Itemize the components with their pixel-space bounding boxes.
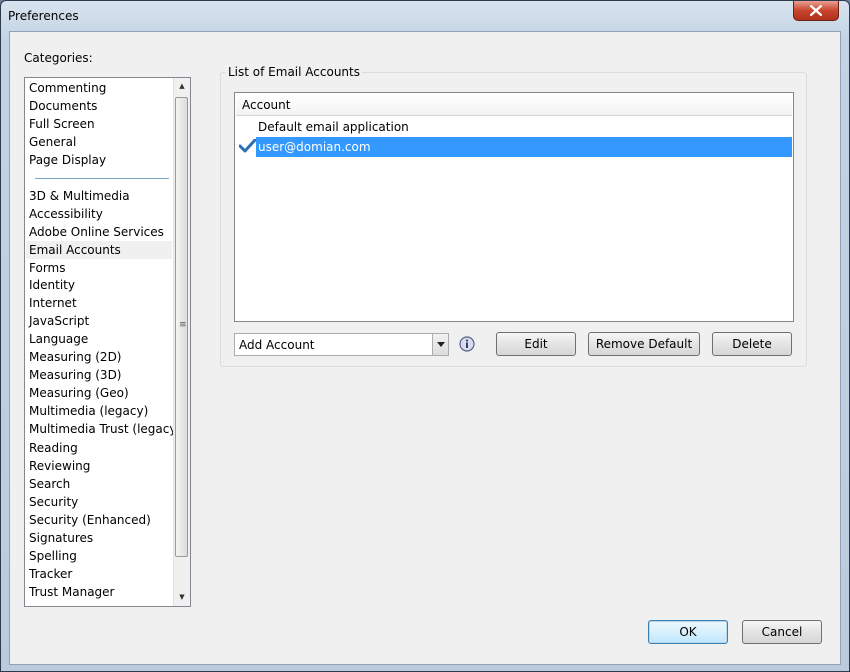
preferences-window: Preferences Categories: Commenting Docum… (0, 0, 850, 672)
category-item-measuring-2d[interactable]: Measuring (2D) (26, 348, 172, 366)
category-separator (35, 178, 169, 179)
category-item-page-display[interactable]: Page Display (26, 151, 172, 169)
categories-list[interactable]: Commenting Documents Full Screen General… (24, 77, 191, 607)
category-item-identity[interactable]: Identity (26, 276, 172, 294)
close-icon (810, 5, 822, 16)
category-item-tracker[interactable]: Tracker (26, 565, 172, 583)
info-icon[interactable] (459, 336, 475, 352)
email-accounts-list[interactable]: Account Default email application user@d… (234, 92, 794, 322)
dialog-body: Categories: Commenting Documents Full Sc… (9, 31, 841, 665)
category-item-search[interactable]: Search (26, 475, 172, 493)
category-item-3d-multimedia[interactable]: 3D & Multimedia (26, 187, 172, 205)
category-item-reading[interactable]: Reading (26, 439, 172, 457)
category-item-multimedia-trust-legacy[interactable]: Multimedia Trust (legacy) (26, 420, 181, 438)
window-title: Preferences (8, 9, 79, 23)
category-item-measuring-3d[interactable]: Measuring (3D) (26, 366, 172, 384)
category-item-spelling[interactable]: Spelling (26, 547, 172, 565)
account-row-default-email[interactable]: Default email application (256, 117, 792, 137)
dropdown-button[interactable] (432, 334, 448, 355)
category-item-general[interactable]: General (26, 133, 172, 151)
scroll-down-arrow-icon[interactable]: ▼ (174, 589, 190, 606)
delete-button[interactable]: Delete (712, 332, 792, 356)
category-item-security-enhanced[interactable]: Security (Enhanced) (26, 511, 172, 529)
category-item-multimedia-legacy[interactable]: Multimedia (legacy) (26, 402, 172, 420)
category-item-security[interactable]: Security (26, 493, 172, 511)
category-item-full-screen[interactable]: Full Screen (26, 115, 172, 133)
category-item-measuring-geo[interactable]: Measuring (Geo) (26, 384, 172, 402)
category-item-documents[interactable]: Documents (26, 97, 172, 115)
edit-button[interactable]: Edit (496, 332, 576, 356)
category-item-reviewing[interactable]: Reviewing (26, 457, 172, 475)
add-account-dropdown[interactable]: Add Account (234, 333, 449, 356)
account-row-user-email[interactable]: user@domian.com (256, 137, 792, 157)
category-item-email-accounts[interactable]: Email Accounts (26, 241, 172, 259)
cancel-button[interactable]: Cancel (742, 620, 822, 644)
close-button[interactable] (793, 1, 839, 21)
ok-button[interactable]: OK (648, 620, 728, 644)
remove-default-button[interactable]: Remove Default (588, 332, 700, 356)
scroll-up-arrow-icon[interactable]: ▲ (174, 78, 190, 95)
account-column-label: Account (242, 98, 291, 112)
category-item-signatures[interactable]: Signatures (26, 529, 172, 547)
category-item-accessibility[interactable]: Accessibility (26, 205, 172, 223)
category-item-language[interactable]: Language (26, 330, 172, 348)
category-item-adobe-online-services[interactable]: Adobe Online Services (26, 223, 172, 241)
categories-label: Categories: (24, 51, 93, 65)
category-item-javascript[interactable]: JavaScript (26, 312, 172, 330)
scrollbar-grip-icon: ≡ (179, 320, 187, 330)
checkmark-icon (239, 139, 256, 153)
category-item-internet[interactable]: Internet (26, 294, 172, 312)
categories-scrollbar[interactable]: ▲ ≡ ▼ (173, 78, 190, 606)
add-account-value: Add Account (239, 338, 315, 352)
category-item-trust-manager[interactable]: Trust Manager (26, 583, 172, 601)
category-item-commenting[interactable]: Commenting (26, 79, 172, 97)
category-item-forms[interactable]: Forms (26, 259, 172, 277)
scrollbar-thumb[interactable]: ≡ (175, 97, 188, 557)
title-bar[interactable]: Preferences (1, 1, 849, 31)
account-column-header[interactable]: Account (236, 94, 792, 116)
chevron-down-icon (437, 342, 445, 347)
email-accounts-group-label: List of Email Accounts (226, 65, 362, 79)
